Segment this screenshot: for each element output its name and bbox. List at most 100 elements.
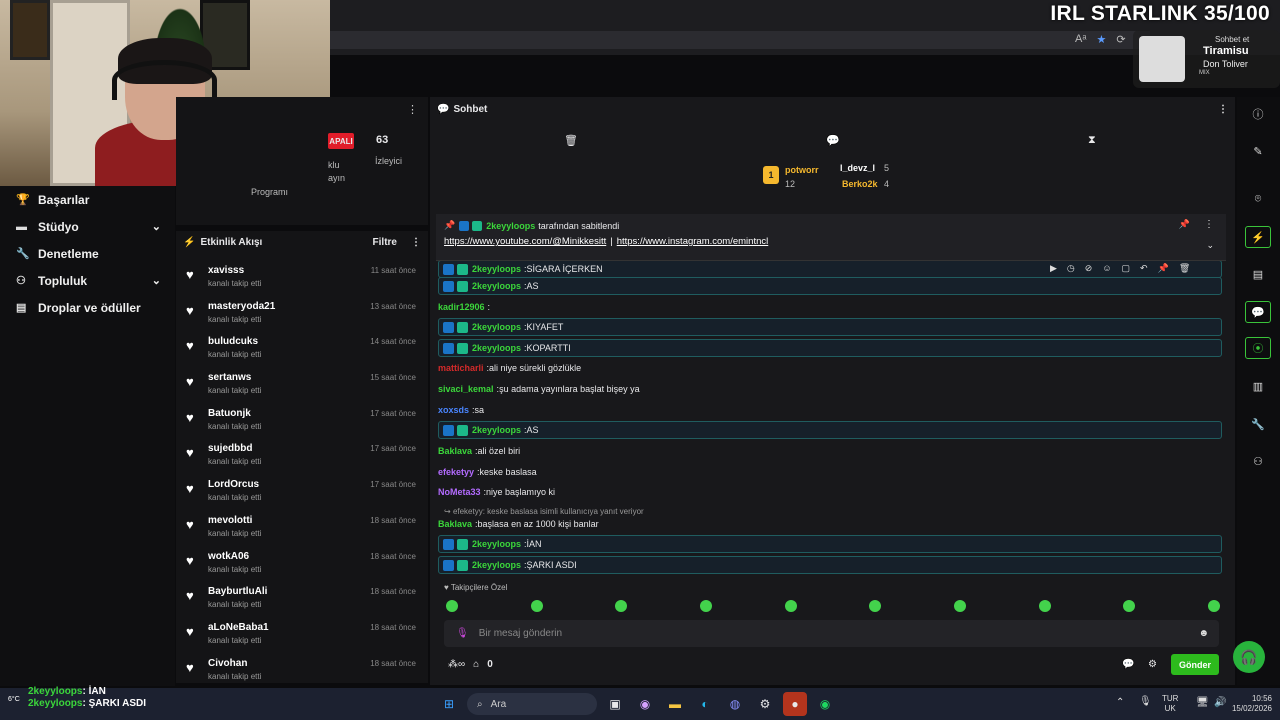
obs-icon[interactable]: ● [783, 692, 807, 716]
refresh-icon[interactable]: ⟳ [1116, 33, 1125, 46]
camera-icon[interactable]: ⌾ [1245, 188, 1271, 210]
filter-button[interactable]: Filtre [373, 237, 397, 248]
emote-icon[interactable] [784, 600, 797, 612]
chat-username[interactable]: Baklava [438, 446, 472, 456]
emote-icon[interactable] [869, 600, 882, 612]
layout-icon[interactable]: ▥ [1245, 375, 1271, 397]
instagram-link[interactable]: https://www.instagram.com/emintncl [617, 236, 769, 247]
unpin-icon[interactable]: 📌 [1179, 219, 1190, 230]
edge-icon[interactable]: ◐ [693, 692, 717, 716]
emote-icon[interactable] [530, 600, 543, 612]
activity-item[interactable]: ♥ buludcuks kanalı takip etti 14 saat önce [176, 332, 428, 368]
chat-message[interactable]: 2keyyloops: AS [438, 421, 1222, 439]
gear-icon[interactable]: ⚙ [1148, 659, 1157, 670]
chat-username[interactable]: 2keyyloops [472, 264, 521, 274]
chat-settings-bubble-icon[interactable]: 💬 [1122, 659, 1134, 670]
windows-start-icon[interactable]: ⊞ [437, 692, 461, 716]
activity-item[interactable]: ♥ LordOrcus kanalı takip etti 17 saat önce [176, 475, 428, 511]
chat-message[interactable]: Baklava: başlasa en az 1000 kişi banlar [438, 515, 599, 533]
timeout-icon[interactable]: ◷ [1067, 263, 1075, 274]
leader-name[interactable]: potworr [785, 165, 819, 175]
broadcast-icon[interactable]: ⦿ [1245, 337, 1271, 359]
leader-name-3[interactable]: Berko2k [842, 179, 878, 189]
pin-action-icon[interactable]: 📌 [1158, 263, 1169, 274]
delete-icon[interactable]: 🗑 [1179, 263, 1190, 274]
chat-message[interactable]: kadir12906: [438, 298, 490, 316]
spotify-icon[interactable]: ◉ [813, 692, 837, 716]
chat-message[interactable]: sivaci_kemal: şu adama yayınlara başlat … [438, 380, 640, 398]
language-indicator[interactable]: TUR UK [1162, 694, 1178, 714]
activity-item[interactable]: ♥ Civohan kanalı takip etti 18 saat önce [176, 654, 428, 690]
chat-username[interactable]: kadir12906 [438, 302, 485, 312]
chevron-down-icon[interactable]: ⌄ [152, 220, 161, 233]
chat-username[interactable]: NoMeta33 [438, 487, 481, 497]
chat-username[interactable]: 2keyyloops [472, 343, 521, 353]
address-bar[interactable] [330, 31, 1150, 49]
chat-username[interactable]: matticharli [438, 363, 484, 373]
hourglass-icon[interactable]: ⧗ [1088, 134, 1096, 147]
emote-icon[interactable] [1207, 600, 1220, 612]
activity-item[interactable]: ♥ sertanws kanalı takip etti 15 saat önce [176, 368, 428, 404]
emote-icon[interactable] [615, 600, 628, 612]
sidebar-item-droplar-ve-ödüller[interactable]: ▤ Droplar ve ödüller [0, 294, 175, 321]
star-icon[interactable]: ★ [1096, 33, 1106, 46]
infinity-icon[interactable]: ⁂∞ [448, 659, 465, 670]
emoji-icon[interactable]: ☻ [1198, 628, 1209, 639]
task-view-icon[interactable]: ▣ [603, 692, 627, 716]
emote-icon[interactable]: ☺ [1102, 263, 1111, 274]
activity-item[interactable]: ♥ xavisss kanalı takip etti 11 saat önce [176, 261, 428, 297]
read-aloud-icon[interactable]: Aᵃ [1075, 33, 1086, 46]
activity-item[interactable]: ♥ wotkA06 kanalı takip etti 18 saat önce [176, 547, 428, 583]
chat-message[interactable]: xoxsds: sa [438, 401, 484, 419]
chat-username[interactable]: xoxsds [438, 405, 469, 415]
chat-username[interactable]: 2keyyloops [472, 281, 521, 291]
points-icon[interactable]: ⌂ [473, 659, 479, 670]
chat-message[interactable]: Baklava: ali özel biri [438, 442, 520, 460]
discord-icon[interactable]: ◍ [723, 692, 747, 716]
play-icon[interactable]: ▶ [1050, 263, 1057, 274]
chat-message[interactable]: efeketyy: keske baslasa [438, 463, 537, 481]
activity-item[interactable]: ♥ mevolotti kanalı takip etti 18 saat önce [176, 511, 428, 547]
emote-icon[interactable] [699, 600, 712, 612]
chat-input[interactable]: 🎙 Bir mesaj gönderin ☻ [444, 620, 1219, 647]
emote-icon[interactable] [953, 600, 966, 612]
chat-username[interactable]: sivaci_kemal [438, 384, 494, 394]
chat-message[interactable]: 2keyyloops: İAN [438, 535, 1222, 553]
activity-item[interactable]: ♥ masteryoda21 kanalı takip etti 13 saat ön… [176, 297, 428, 333]
help-fab[interactable]: 🎧 [1233, 641, 1265, 673]
tray-chevron-icon[interactable]: ⌃ [1116, 697, 1124, 708]
people-tool-icon[interactable]: ⚇ [1245, 450, 1271, 472]
chat-message[interactable]: 2keyyloops: KOPARTTI [438, 339, 1222, 357]
sidebar-item-başarılar[interactable]: 🏆 Başarılar [0, 186, 175, 213]
chevron-down-icon[interactable]: ⌄ [152, 274, 161, 287]
chat-message[interactable]: 2keyyloops: ŞARKI ASDI [438, 556, 1222, 574]
activity-item[interactable]: ♥ sujedbbd kanalı takip etti 17 saat önce [176, 439, 428, 475]
volume-icon[interactable]: 🔊 [1214, 697, 1226, 708]
sidebar-item-topluluk[interactable]: ⚇ Topluluk ⌄ [0, 267, 175, 294]
clock[interactable]: 10:56 15/02/2026 [1232, 694, 1272, 714]
chat-more-icon[interactable]: ⋮ [1218, 104, 1228, 115]
edit-icon[interactable]: ✎ [1245, 140, 1271, 162]
chevron-down-icon[interactable]: ⌄ [1206, 240, 1214, 251]
slash-icon[interactable]: ⊘ [1085, 263, 1093, 274]
document-icon[interactable]: ▤ [1245, 263, 1271, 285]
sidebar-item-stüdyo[interactable]: ▬ Stüdyo ⌄ [0, 213, 175, 240]
pinned-more-icon[interactable]: ⋮ [1204, 219, 1214, 230]
emote-icon[interactable] [1123, 600, 1136, 612]
activity-item[interactable]: ♥ aLoNeBaba1 kanalı takip etti 18 saat önce [176, 618, 428, 654]
trash-icon[interactable]: 🗑 [564, 134, 578, 147]
activity-item[interactable]: ♥ BayburtluAli kanalı takip etti 18 saat ön… [176, 582, 428, 618]
sidebar-item-denetleme[interactable]: 🔧 Denetleme [0, 240, 175, 267]
undo-icon[interactable]: ↶ [1140, 263, 1148, 274]
chat-username[interactable]: Baklava [438, 519, 472, 529]
chat-message[interactable]: 2keyyloops: KIYAFET [438, 318, 1222, 336]
chat-message[interactable]: NoMeta33: niye başlamıyo ki [438, 483, 555, 501]
copy-icon[interactable]: ▢ [1122, 263, 1131, 274]
chat-username[interactable]: 2keyyloops [472, 560, 521, 570]
chat-username[interactable]: 2keyyloops [472, 425, 521, 435]
info-icon[interactable]: ⓘ [1245, 103, 1271, 125]
folder-icon[interactable]: ▬ [663, 692, 687, 716]
bolt-panel-icon[interactable]: ⚡ [1245, 226, 1271, 248]
emote-icon[interactable] [446, 600, 458, 612]
mic-tray-icon[interactable]: 🎙 [1139, 696, 1152, 707]
